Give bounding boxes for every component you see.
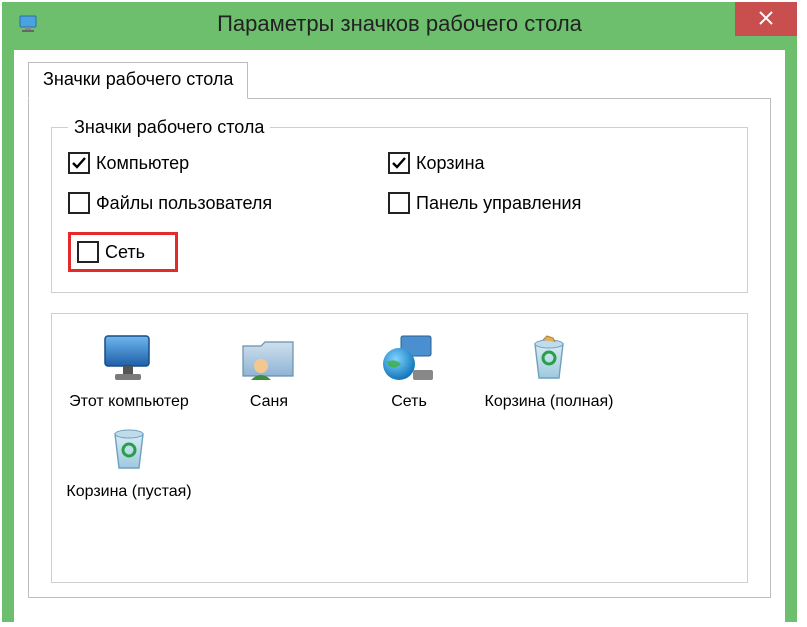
tab-strip: Значки рабочего стола xyxy=(28,62,771,99)
network-icon xyxy=(377,332,441,386)
dialog-window: Параметры значков рабочего стола Значки … xyxy=(2,2,797,622)
icon-user-folder[interactable]: Саня xyxy=(202,328,336,412)
checkbox-label: Сеть xyxy=(105,242,145,263)
icon-label: Корзина (пустая) xyxy=(66,482,191,502)
tab-label: Значки рабочего стола xyxy=(43,69,233,89)
checkbox-box xyxy=(68,152,90,174)
icon-this-pc[interactable]: Этот компьютер xyxy=(62,328,196,412)
icon-recyclebin-full[interactable]: Корзина (полная) xyxy=(482,328,616,412)
icon-preview-panel: Этот компьютер xyxy=(51,313,748,583)
checkbox-network[interactable]: Сеть xyxy=(77,241,145,263)
icon-label: Корзина (полная) xyxy=(485,392,614,412)
checkbox-label: Компьютер xyxy=(96,153,189,174)
checkbox-grid: Компьютер Корзина Файлы пользователя xyxy=(68,152,731,272)
recycle-bin-full-icon xyxy=(517,332,581,386)
checkbox-label: Корзина xyxy=(416,153,485,174)
highlight-network: Сеть xyxy=(68,232,378,272)
icon-label: Сеть xyxy=(391,392,427,412)
close-icon xyxy=(759,9,773,30)
close-button[interactable] xyxy=(735,2,797,36)
icon-label: Саня xyxy=(250,392,288,412)
checkbox-box xyxy=(68,192,90,214)
computer-icon xyxy=(97,332,161,386)
titlebar: Параметры значков рабочего стола xyxy=(2,2,797,46)
group-legend: Значки рабочего стола xyxy=(68,117,270,138)
checkbox-box xyxy=(388,152,410,174)
desktop-icons-group: Значки рабочего стола Компьютер Корзина xyxy=(51,117,748,293)
desktop-settings-icon xyxy=(18,14,42,34)
checkbox-userfiles[interactable]: Файлы пользователя xyxy=(68,192,378,214)
checkbox-box xyxy=(77,241,99,263)
user-folder-icon xyxy=(237,332,301,386)
recycle-bin-empty-icon xyxy=(97,422,161,476)
checkbox-controlpanel[interactable]: Панель управления xyxy=(388,192,731,214)
checkbox-computer[interactable]: Компьютер xyxy=(68,152,378,174)
icon-recyclebin-empty[interactable]: Корзина (пустая) xyxy=(62,418,196,502)
client-area: Значки рабочего стола Значки рабочего ст… xyxy=(14,50,785,622)
window-title: Параметры значков рабочего стола xyxy=(2,11,797,37)
checkbox-label: Файлы пользователя xyxy=(96,193,272,214)
icon-label: Этот компьютер xyxy=(69,392,189,412)
checkbox-label: Панель управления xyxy=(416,193,581,214)
tab-panel: Значки рабочего стола Компьютер Корзина xyxy=(28,98,771,598)
tab-desktop-icons[interactable]: Значки рабочего стола xyxy=(28,62,248,99)
icon-network[interactable]: Сеть xyxy=(342,328,476,412)
checkbox-box xyxy=(388,192,410,214)
checkbox-recyclebin[interactable]: Корзина xyxy=(388,152,731,174)
